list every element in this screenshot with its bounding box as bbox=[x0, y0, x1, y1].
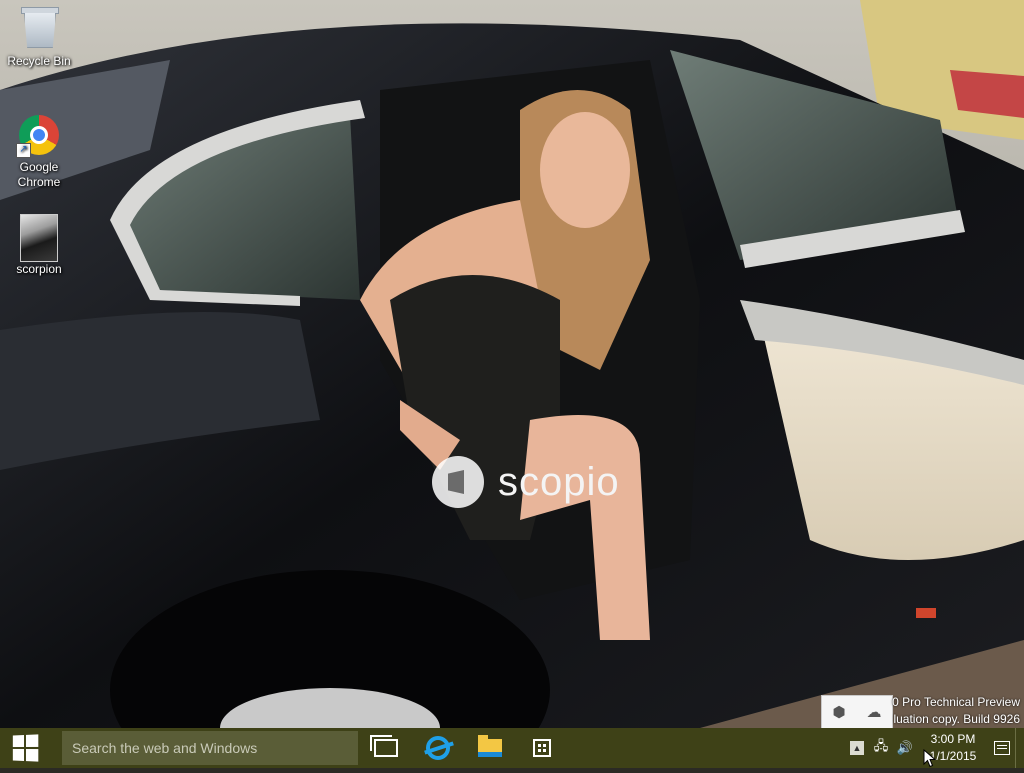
internet-explorer-button[interactable] bbox=[414, 728, 462, 768]
scopio-watermark: scopio bbox=[432, 456, 620, 508]
windows-logo-icon bbox=[12, 734, 39, 762]
desktop-wallpaper bbox=[0, 0, 1024, 728]
search-input[interactable] bbox=[70, 739, 354, 757]
network-icon: 🖧 bbox=[873, 738, 889, 753]
internet-explorer-icon bbox=[426, 736, 450, 760]
mouse-cursor bbox=[923, 748, 937, 768]
task-view-icon bbox=[370, 735, 398, 757]
watermark-text: scopio bbox=[498, 459, 620, 504]
onedrive-icon[interactable]: ☁ bbox=[867, 703, 882, 721]
desktop-icon-label: scorpion bbox=[16, 262, 62, 276]
desktop-icon-google-chrome[interactable]: ↗ Google Chrome bbox=[1, 112, 77, 190]
volume-icon: 🔊 bbox=[896, 740, 914, 755]
taskbar: ▲ 🖧 🔊 3:00 PM 1/1/2015 bbox=[0, 728, 1024, 768]
desktop-icon-label: Recycle Bin bbox=[7, 54, 71, 68]
chevron-up-icon: ▲ bbox=[850, 741, 864, 755]
task-view-button[interactable] bbox=[362, 728, 410, 768]
search-box[interactable] bbox=[62, 731, 358, 765]
start-button[interactable] bbox=[0, 728, 50, 768]
desktop-icon-label: Google Chrome bbox=[17, 160, 61, 189]
image-file-icon bbox=[16, 214, 62, 262]
recycle-bin-icon bbox=[16, 6, 62, 52]
virtualbox-icon[interactable]: ⬢ bbox=[832, 703, 845, 721]
network-button[interactable]: 🖧 bbox=[869, 728, 893, 768]
shortcut-arrow-icon: ↗ bbox=[16, 143, 31, 158]
desktop-icon-scorpion[interactable]: scorpion bbox=[1, 214, 77, 277]
file-explorer-button[interactable] bbox=[466, 728, 514, 768]
scopio-logo-icon bbox=[432, 456, 484, 508]
clock-time: 3:00 PM bbox=[930, 732, 976, 746]
build-line-1: 0 Pro Technical Preview bbox=[892, 695, 1020, 709]
desktop-icon-recycle-bin[interactable]: Recycle Bin bbox=[1, 6, 77, 69]
tray-overflow-popup: ⬢ ☁ bbox=[821, 695, 893, 729]
build-watermark: 0 Pro Technical Preview luation copy. Bu… bbox=[892, 694, 1020, 728]
store-button[interactable] bbox=[518, 728, 566, 768]
show-hidden-icons-button[interactable]: ▲ bbox=[845, 728, 869, 768]
volume-button[interactable]: 🔊 bbox=[893, 728, 917, 768]
action-center-icon bbox=[994, 741, 1010, 755]
show-desktop-button[interactable] bbox=[1015, 728, 1024, 768]
store-icon bbox=[533, 739, 551, 757]
file-explorer-icon bbox=[478, 735, 502, 757]
chrome-icon: ↗ bbox=[16, 112, 62, 158]
cursor-arrow-icon bbox=[923, 748, 937, 768]
build-line-2: luation copy. Build 9926 bbox=[893, 712, 1020, 726]
action-center-button[interactable] bbox=[989, 728, 1015, 768]
wallpaper-photo bbox=[0, 0, 1024, 728]
